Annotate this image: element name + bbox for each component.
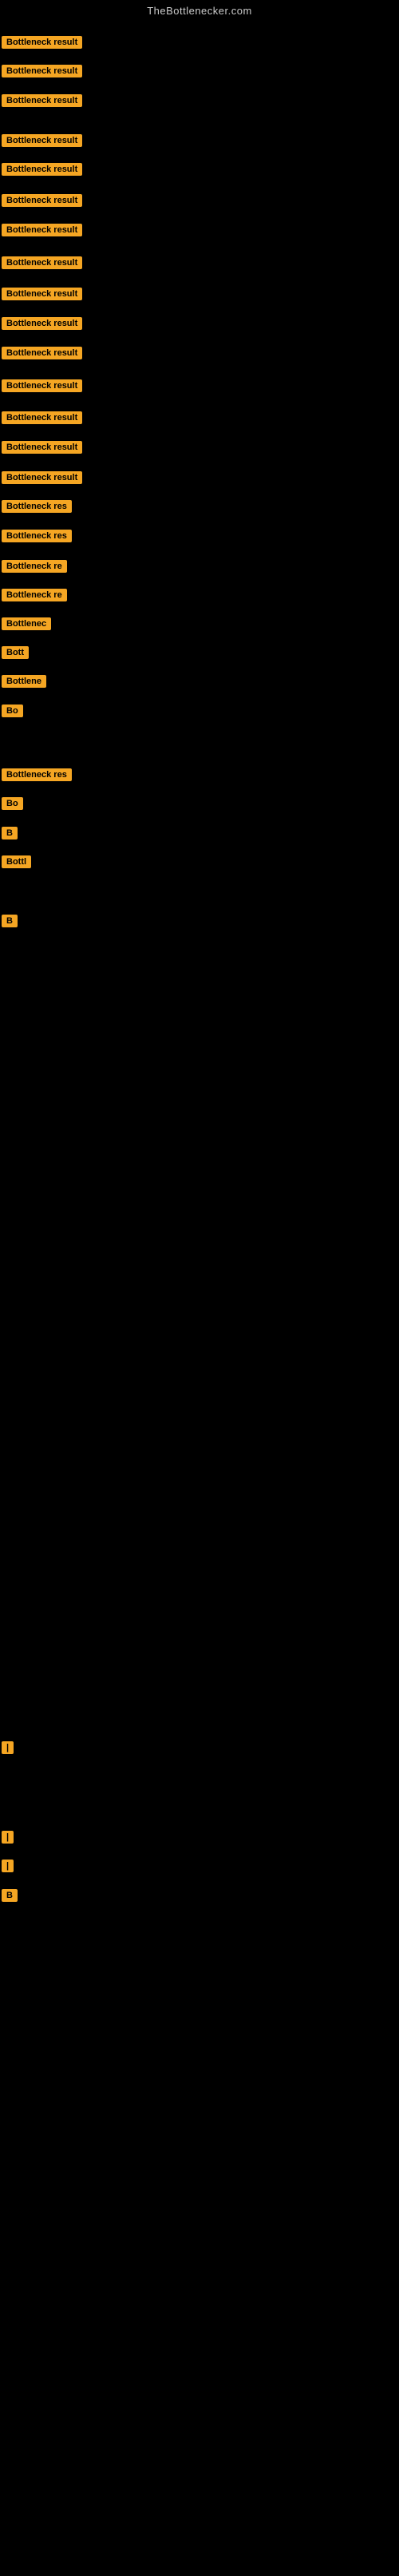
bottleneck-result-badge[interactable]: Bottleneck res bbox=[2, 530, 72, 542]
bottleneck-result-badge[interactable]: Bottleneck result bbox=[2, 347, 82, 359]
bottleneck-result-badge[interactable]: Bottleneck result bbox=[2, 194, 82, 207]
bottleneck-result-badge[interactable]: Bottleneck result bbox=[2, 471, 82, 484]
bottleneck-result-badge[interactable]: Bottleneck result bbox=[2, 134, 82, 147]
bottleneck-result-badge[interactable]: Bottleneck res bbox=[2, 500, 72, 513]
bottleneck-result-badge[interactable]: B bbox=[2, 827, 18, 839]
bottleneck-result-badge[interactable]: Bottleneck result bbox=[2, 36, 82, 49]
bottleneck-result-badge[interactable]: Bo bbox=[2, 797, 23, 810]
bottleneck-result-badge[interactable]: | bbox=[2, 1741, 14, 1754]
bottleneck-result-badge[interactable]: B bbox=[2, 1889, 18, 1902]
bottleneck-result-badge[interactable]: Bottlene bbox=[2, 675, 46, 688]
bottleneck-result-badge[interactable]: | bbox=[2, 1860, 14, 1872]
bottleneck-result-badge[interactable]: Bottleneck res bbox=[2, 768, 72, 781]
bottleneck-result-badge[interactable]: Bottleneck result bbox=[2, 411, 82, 424]
site-title: TheBottlenecker.com bbox=[0, 0, 399, 20]
bottleneck-result-badge[interactable]: Bottleneck re bbox=[2, 589, 67, 601]
bottleneck-result-badge[interactable]: Bottleneck re bbox=[2, 560, 67, 573]
bottleneck-result-badge[interactable]: Bottleneck result bbox=[2, 288, 82, 300]
bottleneck-result-badge[interactable]: Bottleneck result bbox=[2, 94, 82, 107]
bottleneck-result-badge[interactable]: Bottleneck result bbox=[2, 163, 82, 176]
bottleneck-result-badge[interactable]: Bo bbox=[2, 705, 23, 717]
bottleneck-result-badge[interactable]: Bottleneck result bbox=[2, 224, 82, 236]
bottleneck-result-badge[interactable]: Bottleneck result bbox=[2, 317, 82, 330]
bottleneck-result-badge[interactable]: | bbox=[2, 1831, 14, 1844]
bottleneck-result-badge[interactable]: Bottleneck result bbox=[2, 256, 82, 269]
bottleneck-result-badge[interactable]: B bbox=[2, 915, 18, 927]
bottleneck-result-badge[interactable]: Bottl bbox=[2, 855, 31, 868]
bottleneck-result-badge[interactable]: Bottleneck result bbox=[2, 65, 82, 77]
bottleneck-result-badge[interactable]: Bottleneck result bbox=[2, 441, 82, 454]
bottleneck-result-badge[interactable]: Bottleneck result bbox=[2, 379, 82, 392]
bottleneck-result-badge[interactable]: Bottlenec bbox=[2, 617, 51, 630]
bottleneck-result-badge[interactable]: Bott bbox=[2, 646, 29, 659]
